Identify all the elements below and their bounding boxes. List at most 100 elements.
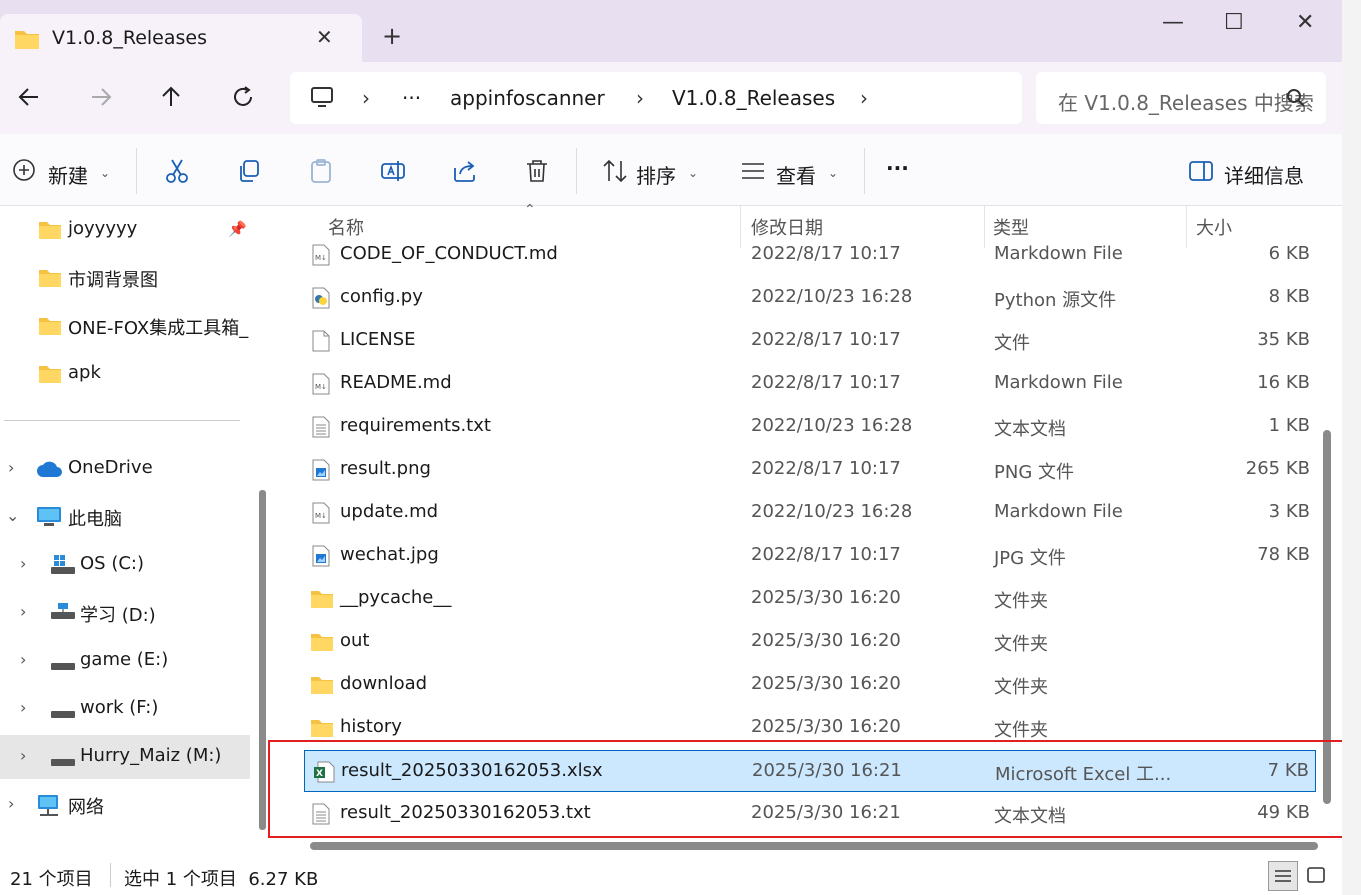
tiles-view-button[interactable] [1302,861,1332,891]
horizontal-scrollbar[interactable] [310,842,1318,850]
clipboard-icon [311,159,331,183]
details-pane-icon[interactable] [1188,158,1214,188]
file-date: 2025/3/30 16:20 [751,587,901,608]
view-label[interactable]: 查看 [776,160,816,189]
sidebar-item-drive-c[interactable]: › OS (C:) [0,543,250,587]
breadcrumb-appinfoscanner[interactable]: appinfoscanner [450,86,605,110]
file-row[interactable]: M↓ CODE_OF_CONDUCT.md 2022/8/17 10:17 Markd… [304,234,1316,276]
sidebar-item-drive-d[interactable]: › 学习 (D:) [0,591,250,635]
file-date: 2022/8/17 10:17 [751,458,901,479]
new-button-label[interactable]: 新建 [48,160,88,189]
tab-close-icon[interactable]: ✕ [316,25,333,49]
file-type: Python 源文件 [994,290,1117,311]
file-row[interactable]: result.png 2022/8/17 10:17 PNG 文件 265 KB [304,449,1316,491]
sort-label[interactable]: 排序 [636,160,676,189]
details-view-icon [1275,870,1291,882]
file-date: 2022/8/17 10:17 [751,329,901,350]
sidebar-item-this-pc[interactable]: ⌄ 此电脑 [0,495,250,539]
sidebar-item-label: game (E:) [80,649,169,670]
close-window-button[interactable]: ✕ [1296,10,1314,35]
search-box[interactable]: 在 V1.0.8_Releases 中搜索 [1036,72,1326,124]
file-row[interactable]: out 2025/3/30 16:20 文件夹 [304,621,1316,663]
up-button[interactable] [158,84,184,110]
new-button[interactable] [12,158,36,186]
list-view-icon [742,163,764,179]
file-row[interactable]: wechat.jpg 2022/8/17 10:17 JPG 文件 78 KB [304,535,1316,577]
sidebar-item-one-fox[interactable]: ONE-FOX集成工具箱_ [0,304,250,348]
file-size: 265 KB [1245,458,1310,479]
file-row[interactable]: M↓ README.md 2022/8/17 10:17 Markdown File 1… [304,363,1316,405]
sidebar-item-drive-e[interactable]: › game (E:) [0,639,250,683]
svg-text:M↓: M↓ [315,383,327,391]
folder-icon [310,718,334,742]
sidebar-item-market-bg[interactable]: 市调背景图 [0,256,250,300]
new-tab-button[interactable]: + [382,22,402,50]
details-view-button[interactable] [1268,861,1298,891]
file-row[interactable]: download 2025/3/30 16:20 文件夹 [304,664,1316,706]
back-button[interactable] [16,84,42,110]
share-button[interactable] [452,158,478,188]
chevron-right-icon[interactable]: › [20,554,26,573]
file-row[interactable]: config.py 2022/10/23 16:28 Python 源文件 8 KB [304,277,1316,319]
sidebar-item-apk[interactable]: apk [0,352,250,396]
chevron-right-icon[interactable]: › [20,650,26,669]
file-name: result.png [340,458,431,479]
file-type: 文件夹 [994,677,1048,698]
search-icon[interactable] [1286,88,1306,112]
folder-icon [38,316,62,340]
file-name: update.md [340,501,439,522]
pin-icon[interactable]: 📌 [228,220,247,238]
sidebar-item-label: apk [68,362,101,383]
markdown-icon: M↓ [312,244,330,270]
chevron-right-icon[interactable]: › [20,746,26,765]
computer-icon [36,506,62,532]
markdown-icon: M↓ [312,502,330,528]
rename-icon [381,161,405,181]
divider [136,148,137,194]
sidebar-item-network[interactable]: › 网络 [0,783,250,827]
more-options-button[interactable]: ··· [886,156,909,180]
forward-arrow-icon [92,88,112,106]
file-row[interactable]: __pycache__ 2025/3/30 16:20 文件夹 [304,578,1316,620]
chevron-down-icon[interactable]: ⌄ [6,506,19,525]
file-row[interactable]: LICENSE 2022/8/17 10:17 文件 35 KB [304,320,1316,362]
background-window-edge [1342,0,1361,895]
file-date: 2022/8/17 10:17 [751,372,901,393]
sidebar-item-onedrive[interactable]: › OneDrive [0,447,250,491]
sidebar-scrollbar[interactable] [259,490,266,830]
chevron-right-icon[interactable]: › [8,458,14,477]
copy-button[interactable] [236,158,262,188]
breadcrumb-more[interactable]: ··· [402,86,421,110]
rename-button[interactable] [380,158,406,188]
sidebar-item-drive-f[interactable]: › work (F:) [0,687,250,731]
sidebar-item-label: OS (C:) [80,553,144,574]
chevron-right-icon[interactable]: › [20,698,26,717]
paste-button[interactable] [308,158,334,188]
breadcrumb-v108-releases[interactable]: V1.0.8_Releases [672,86,835,110]
sort-button[interactable] [602,158,628,188]
address-bar[interactable]: › ··· appinfoscanner › V1.0.8_Releases › [290,72,1022,124]
forward-button[interactable] [88,84,114,110]
file-name: download [340,673,428,694]
details-button[interactable]: 详细信息 [1224,160,1304,189]
chevron-right-icon[interactable]: › [8,794,14,813]
file-row[interactable]: requirements.txt 2022/10/23 16:28 文本文档 1 KB [304,406,1316,448]
sidebar-item-drive-m[interactable]: › Hurry_Maiz (M:) [0,735,250,779]
cut-button[interactable] [164,158,190,188]
delete-button[interactable] [524,158,550,188]
file-date: 2022/10/23 16:28 [751,415,913,436]
view-button[interactable] [740,158,766,188]
maximize-button[interactable]: ☐ [1224,10,1244,35]
chevron-right-icon[interactable]: › [860,86,868,110]
sidebar-item-joyyyyy[interactable]: joyyyyy 📌 [0,208,250,252]
minimize-button[interactable]: — [1162,10,1184,35]
file-row[interactable]: M↓ update.md 2022/10/23 16:28 Markdown File… [304,492,1316,534]
chevron-right-icon[interactable]: › [20,602,26,621]
chevron-down-icon: ⌄ [688,166,699,180]
sidebar-item-label: 市调背景图 [68,270,158,291]
refresh-button[interactable] [230,84,256,110]
tab-v108-releases[interactable]: V1.0.8_Releases ✕ [0,14,362,62]
drive-icon [50,657,76,676]
image-icon [312,545,330,571]
file-size: 1 KB [1268,415,1310,436]
